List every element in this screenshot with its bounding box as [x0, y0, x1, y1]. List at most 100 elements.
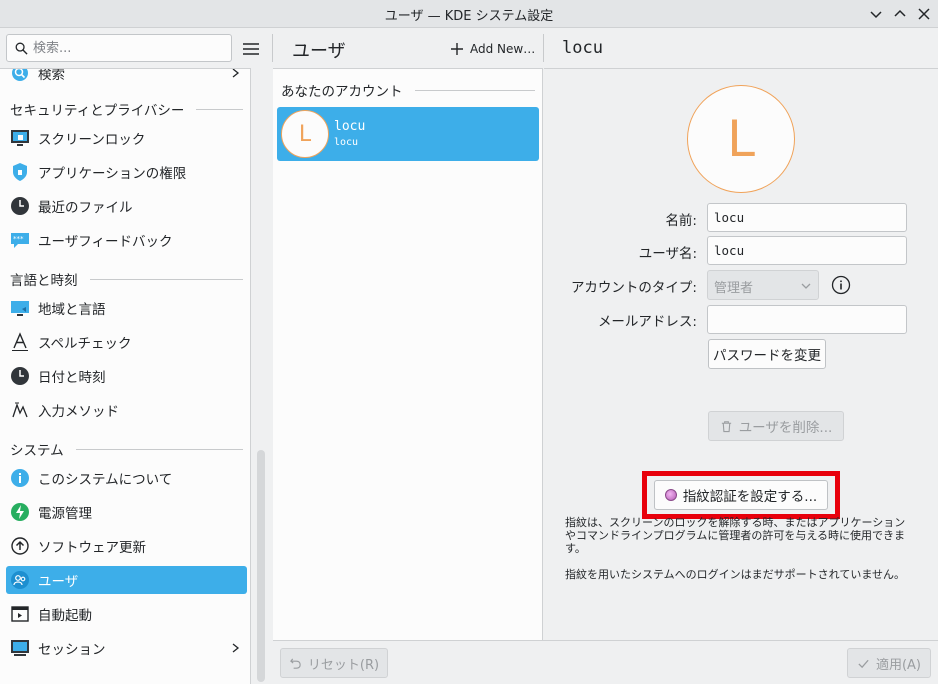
close-button[interactable] — [914, 4, 934, 24]
add-new-label: Add New… — [470, 42, 536, 56]
username-label: ユーザ名: — [638, 246, 697, 262]
reset-label: リセット(R) — [307, 657, 380, 673]
delete-user-button[interactable]: ユーザを削除... — [708, 411, 844, 441]
info-icon — [10, 468, 30, 488]
chevron-up-icon — [894, 9, 906, 17]
add-new-button[interactable]: Add New… — [450, 39, 535, 59]
sidebar-item-user-feedback[interactable]: *** ユーザフィードバック — [6, 226, 247, 254]
sidebar-item-app-permissions[interactable]: アプリケーションの権限 — [6, 158, 247, 186]
sidebar-item-spellcheck[interactable]: スペルチェック — [6, 328, 247, 356]
sidebar-item-label: 自動起動 — [38, 608, 92, 624]
sidebar-item-autostart[interactable]: 自動起動 — [6, 600, 247, 628]
fingerprint-setup-button[interactable]: 指紋認証を設定する... — [654, 480, 828, 510]
user-name: locu — [334, 119, 366, 134]
chevron-right-icon — [232, 643, 240, 653]
account-type-label: アカウントのタイプ: — [570, 280, 697, 296]
spellcheck-icon — [10, 332, 30, 352]
search-icon — [10, 69, 30, 83]
sidebar-item-about-system[interactable]: このシステムについて — [6, 464, 247, 492]
sidebar-item-label: ソフトウェア更新 — [38, 540, 146, 556]
chevron-down-icon — [801, 283, 811, 289]
account-type-select[interactable]: 管理者 — [707, 270, 819, 300]
sidebar-item-users[interactable]: ユーザ — [6, 566, 247, 594]
sidebar-section-security: セキュリティとプライバシー — [10, 99, 243, 119]
section-title: システム — [10, 443, 64, 459]
shield-icon — [10, 162, 30, 182]
hamburger-menu-icon[interactable] — [240, 38, 262, 60]
session-icon — [10, 638, 30, 658]
sidebar-section-language: 言語と時刻 — [10, 269, 243, 289]
user-list-section: あなたのアカウント — [281, 80, 535, 100]
sidebar-item-software-update[interactable]: ソフトウェア更新 — [6, 532, 247, 560]
sidebar-item-label: このシステムについて — [38, 472, 173, 488]
apply-button[interactable]: 適用(A) — [847, 648, 931, 678]
sidebar-item-label: スクリーンロック — [38, 132, 146, 148]
feedback-icon: *** — [10, 230, 30, 250]
search-field[interactable] — [6, 34, 232, 62]
sidebar-item-label: セッション — [38, 642, 106, 658]
info-icon[interactable] — [831, 275, 851, 295]
power-icon — [10, 502, 30, 522]
window-title: ユーザ — KDE システム設定 — [384, 9, 554, 24]
minimize-button[interactable] — [866, 4, 886, 24]
undo-icon — [289, 658, 301, 669]
sidebar-item-label: ユーザ — [38, 574, 79, 590]
sidebar-item-recent-files[interactable]: 最近のファイル — [6, 192, 247, 220]
user-username: locu — [334, 137, 359, 148]
header-divider — [272, 34, 273, 62]
sidebar-item-region[interactable]: 地域と言語 — [6, 294, 247, 322]
maximize-button[interactable] — [890, 4, 910, 24]
change-password-button[interactable]: パスワードを変更 — [708, 339, 826, 369]
sidebar-item-label: 入力メソッド — [38, 404, 119, 420]
users-icon — [10, 570, 30, 590]
screen-lock-icon — [10, 128, 30, 148]
check-icon — [858, 659, 869, 668]
reset-button[interactable]: リセット(R) — [280, 648, 388, 678]
search-icon — [15, 42, 28, 55]
sidebar-item-label: 地域と言語 — [38, 302, 106, 318]
fingerprint-label: 指紋認証を設定する... — [682, 489, 818, 505]
avatar-large[interactable]: L — [687, 85, 795, 193]
section-title: 言語と時刻 — [10, 273, 78, 289]
input-method-icon — [10, 400, 30, 420]
sidebar-item-label: 最近のファイル — [38, 200, 133, 216]
page-title: ユーザ — [292, 41, 346, 62]
username-field[interactable]: locu — [707, 236, 907, 265]
fingerprint-login-note: 指紋を用いたシステムへのログインはまだサポートされていません。 — [565, 568, 906, 581]
avatar: L — [281, 110, 329, 158]
clock-icon — [10, 196, 30, 216]
sidebar-item-screen-lock[interactable]: スクリーンロック — [6, 124, 247, 152]
sidebar-item-label: アプリケーションの権限 — [38, 166, 187, 182]
user-detail: L 名前: locu ユーザ名: locu アカウントのタイプ: 管理者 メール… — [544, 68, 938, 640]
sidebar-item-label: 日付と時刻 — [38, 370, 106, 386]
chevron-down-icon — [870, 11, 882, 19]
sidebar-scrollbar[interactable] — [257, 450, 265, 682]
sidebar-item-label: スペルチェック — [38, 336, 132, 352]
autostart-icon — [10, 604, 30, 624]
delete-user-label: ユーザを削除... — [738, 420, 833, 436]
change-password-label: パスワードを変更 — [713, 348, 821, 364]
search-input[interactable] — [33, 38, 223, 58]
email-field[interactable] — [707, 305, 907, 334]
sidebar-item-date-time[interactable]: 日付と時刻 — [6, 362, 247, 390]
sidebar-item-label: ユーザフィードバック — [38, 234, 173, 250]
email-label: メールアドレス: — [597, 314, 697, 330]
svg-text:***: *** — [13, 235, 24, 243]
sidebar-item-input-method[interactable]: 入力メソッド — [6, 396, 247, 424]
close-icon — [918, 8, 930, 20]
name-field[interactable]: locu — [707, 203, 907, 232]
chevron-right-icon — [232, 69, 240, 78]
sidebar-item-search[interactable]: 検索 — [6, 69, 247, 87]
sidebar-item-session[interactable]: セッション — [6, 634, 247, 662]
section-title: あなたのアカウント — [281, 84, 403, 100]
section-title: セキュリティとプライバシー — [10, 103, 185, 119]
sidebar-item-power[interactable]: 電源管理 — [6, 498, 247, 526]
fingerprint-icon — [664, 489, 677, 501]
user-list-item[interactable]: L locu locu — [277, 107, 539, 161]
region-icon — [10, 298, 30, 318]
header-divider — [543, 34, 544, 62]
title-bar: ユーザ — KDE システム設定 — [0, 0, 938, 28]
name-label: 名前: — [665, 213, 697, 229]
detail-title: locu — [562, 38, 603, 58]
plus-icon — [451, 43, 463, 55]
